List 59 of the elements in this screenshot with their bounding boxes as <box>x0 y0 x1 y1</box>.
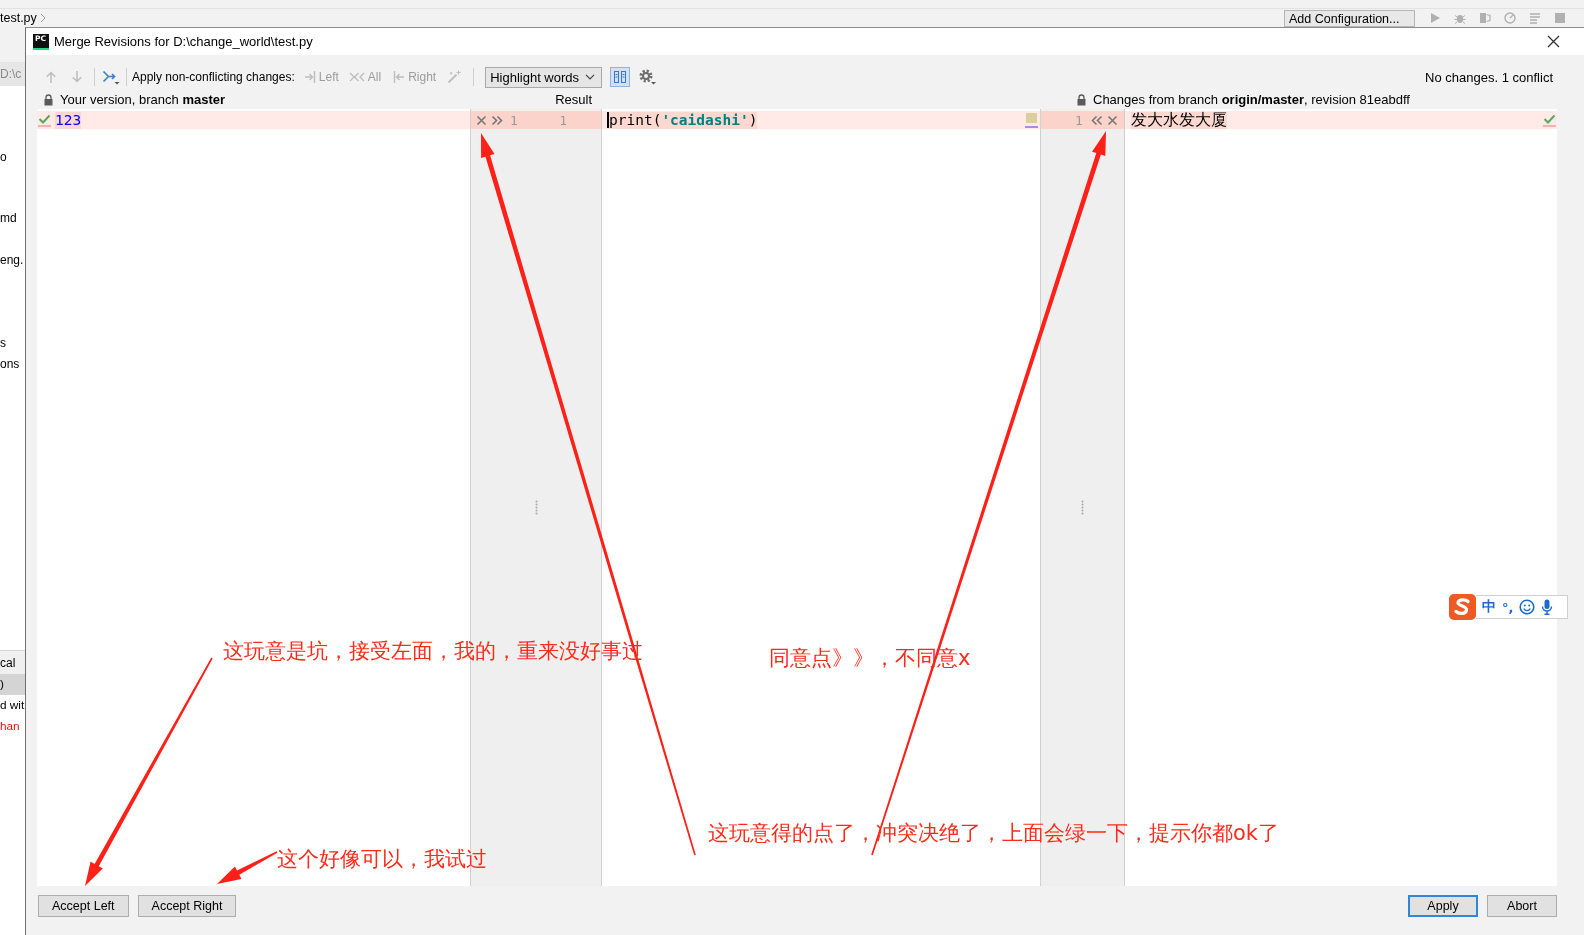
dialog-button[interactable]: Apply <box>1408 895 1478 917</box>
status-label: No changes. 1 conflict <box>1425 69 1553 85</box>
run-configuration-button[interactable]: Add Configuration... <box>1284 10 1415 27</box>
bug-icon[interactable] <box>1454 12 1466 24</box>
page-icon[interactable] <box>1479 12 1491 24</box>
status-marker-icon <box>1025 112 1038 128</box>
window-title: Merge Revisions for D:\change_world\test.py <box>54 34 313 49</box>
accept-button[interactable]: Accept Left <box>38 895 129 917</box>
panel-title[interactable]: cal <box>0 655 16 670</box>
pane-header-label: Your version, branch master <box>60 92 225 107</box>
line-number: 1 <box>510 112 518 128</box>
close-icon[interactable] <box>1547 35 1560 48</box>
checkmark-icon[interactable] <box>1543 113 1556 127</box>
chevron-down-icon <box>585 74 596 80</box>
change-item[interactable]: han <box>0 716 25 737</box>
tree-item[interactable]: ons <box>0 354 25 375</box>
punctuation-mode-label[interactable]: °, <box>1502 599 1514 615</box>
arrow-bar-icon <box>303 70 316 84</box>
double-chevron-left-icon[interactable] <box>1090 114 1103 126</box>
arrow-bar-icon <box>393 70 406 84</box>
microphone-icon[interactable] <box>1541 599 1554 615</box>
annotation-text: 这个好像可以，我试过 <box>277 847 487 871</box>
smiley-icon[interactable] <box>1519 599 1536 615</box>
breadcrumb-label[interactable]: test.py <box>0 10 37 26</box>
path-label: D:\c <box>0 67 22 81</box>
line-number: 1 <box>1075 112 1083 128</box>
highlight-mode-dropdown[interactable]: Highlight words <box>485 66 603 88</box>
change-item[interactable]: d wit <box>0 695 25 716</box>
ime-logo-icon[interactable] <box>1449 594 1476 620</box>
play-icon[interactable] <box>1429 12 1441 24</box>
cross-icon[interactable] <box>1106 114 1118 126</box>
chevron-right-icon <box>39 13 46 23</box>
lock-icon <box>1077 93 1086 106</box>
tree-item[interactable]: s <box>0 333 25 354</box>
cross-icon[interactable] <box>476 114 487 126</box>
tree-item[interactable]: o <box>0 147 25 168</box>
merge-arrows-icon[interactable] <box>102 69 120 85</box>
splitter-handle-icon[interactable] <box>1081 500 1084 515</box>
dialog-button[interactable]: Abort <box>1487 895 1557 917</box>
change-item[interactable]: ) <box>0 674 25 695</box>
line-number: 1 <box>559 112 567 128</box>
pane-header-label: Changes from branch origin/master, revision 81eabdff <box>1093 92 1410 107</box>
annotation-arrow <box>217 851 278 884</box>
tree-item[interactable]: eng. <box>0 250 25 271</box>
input-mode-label[interactable]: 中 <box>1482 598 1496 616</box>
lock-icon <box>44 93 53 106</box>
settings-icon[interactable] <box>639 69 657 85</box>
toolbar-label: Apply non-conflicting changes: <box>132 70 295 84</box>
tree-item[interactable]: md <box>0 208 25 229</box>
gauge-icon[interactable] <box>1504 12 1516 24</box>
double-chevron-right-icon[interactable] <box>491 114 503 126</box>
split-view-icon[interactable] <box>610 67 631 87</box>
stop-icon[interactable] <box>1554 12 1566 24</box>
checkmark-icon[interactable] <box>38 113 51 127</box>
list-icon[interactable] <box>1529 12 1541 24</box>
accept-button[interactable]: Accept Right <box>137 895 237 917</box>
pane-header-label: Result <box>555 92 592 107</box>
double-arrows-icon <box>348 70 365 84</box>
splitter-handle-icon[interactable] <box>534 500 538 515</box>
